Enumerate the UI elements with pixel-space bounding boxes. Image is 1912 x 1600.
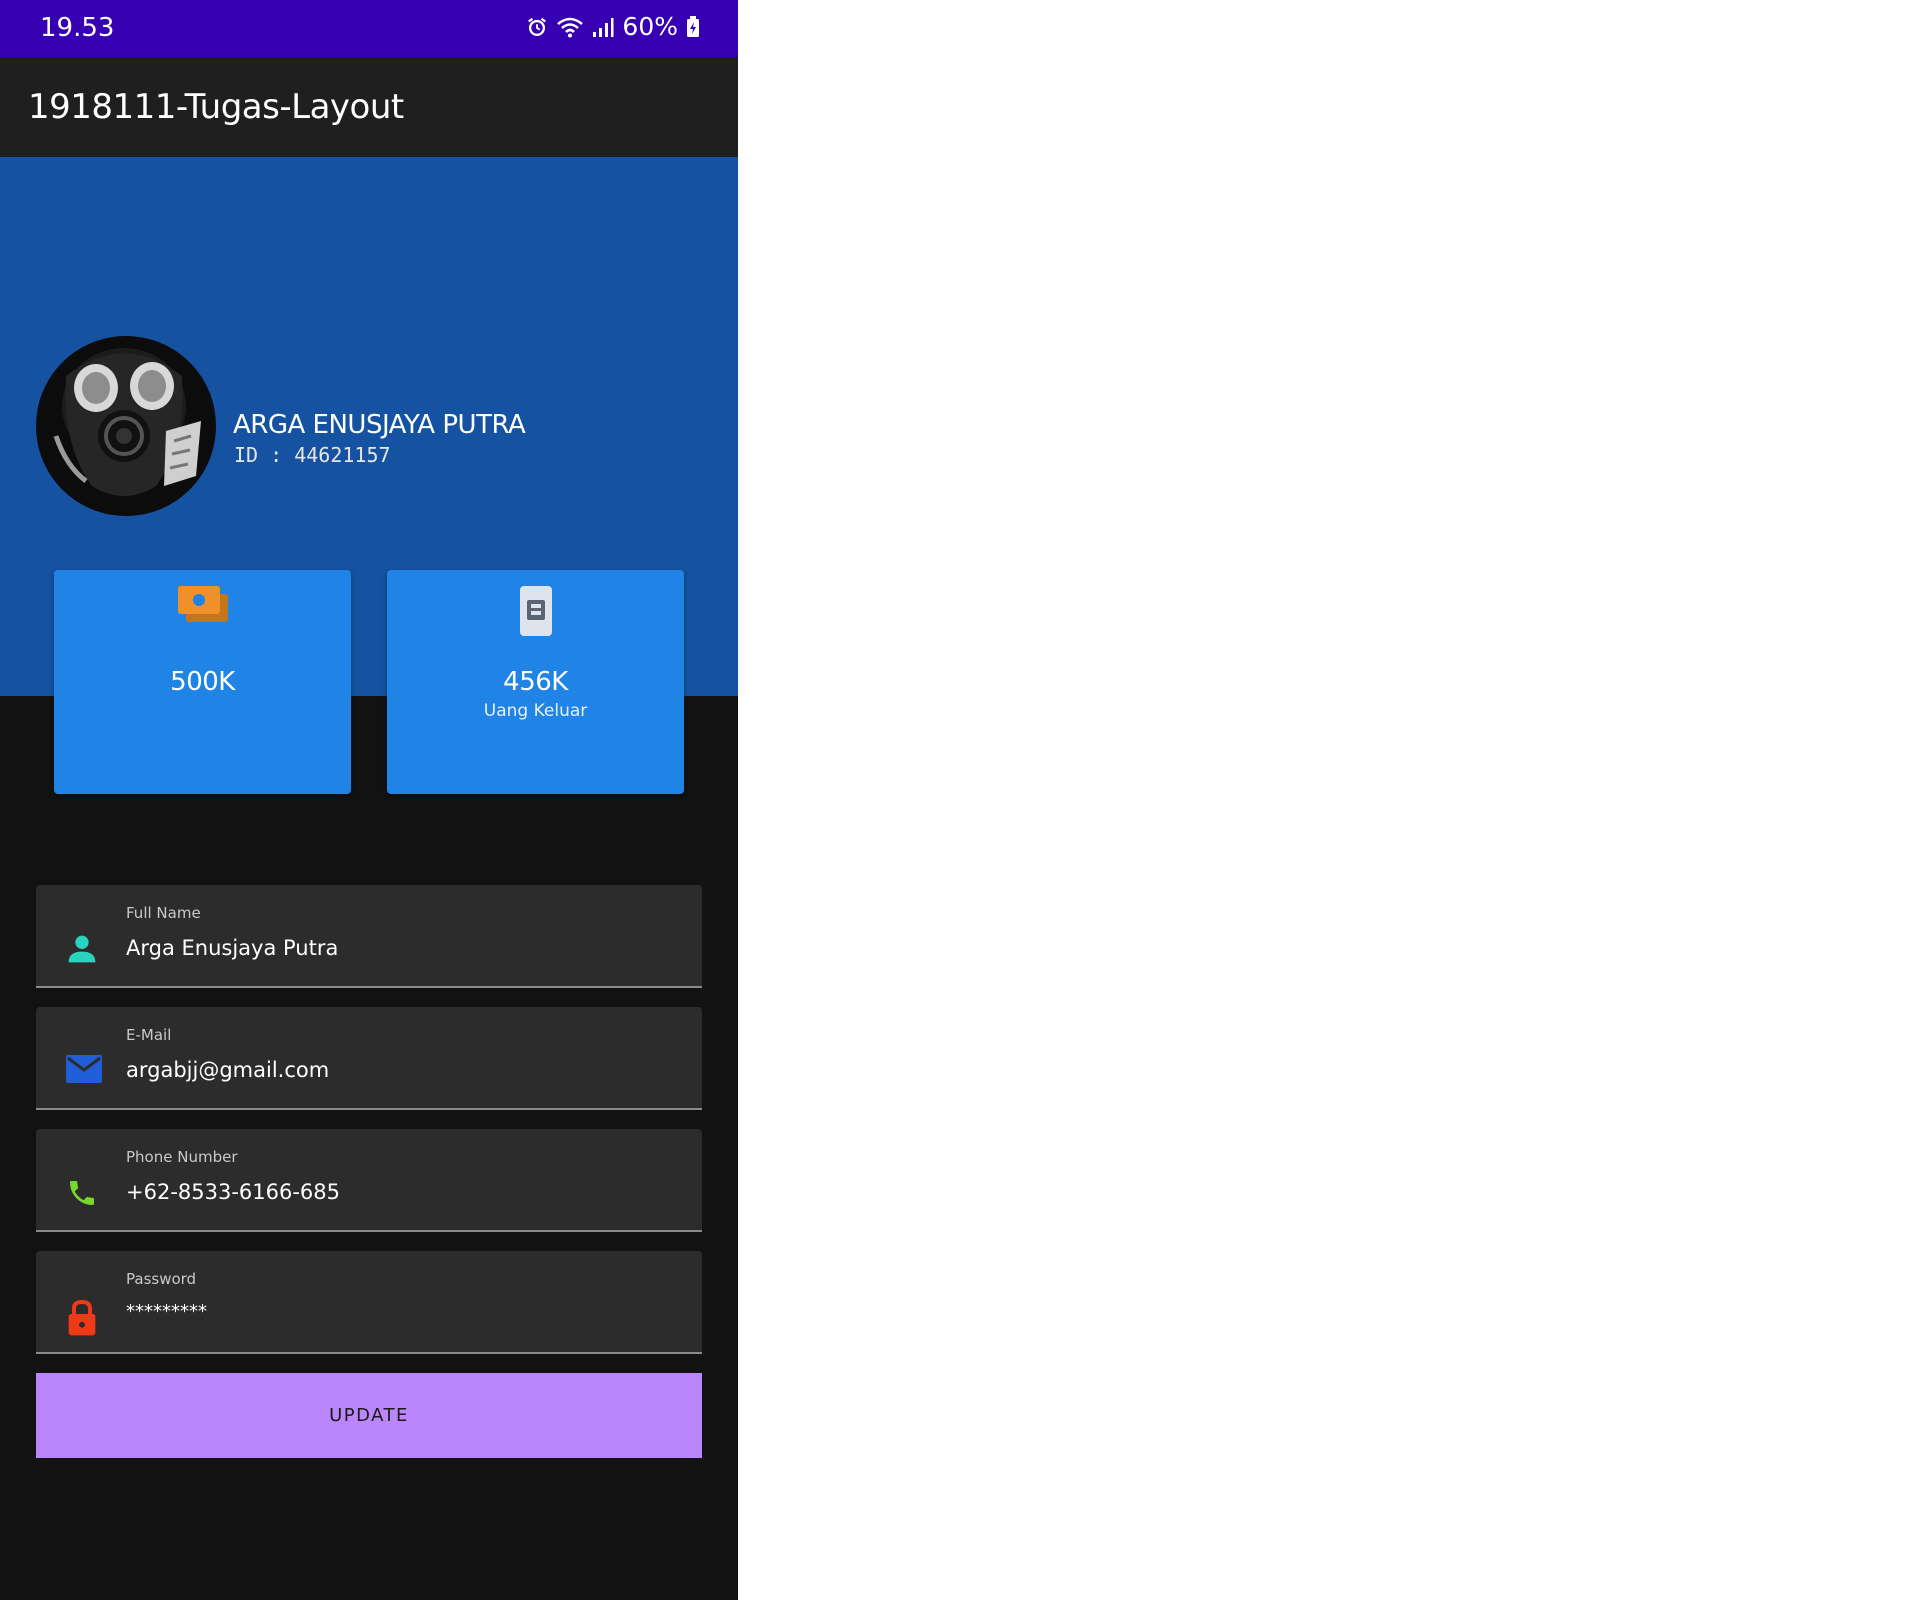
profile-id: ID : 44621157	[234, 443, 391, 467]
status-icons: 60%	[526, 12, 700, 41]
card-value: 500K	[170, 667, 235, 697]
battery-level: 60%	[622, 12, 678, 41]
wallet-icon	[518, 584, 554, 642]
password-input[interactable]: *********	[126, 1301, 666, 1322]
app-title: 1918111-Tugas-Layout	[28, 87, 404, 127]
full-name-field[interactable]: Full Name	[36, 885, 702, 988]
phone-screen: 19.53 60% 1918111-Tugas-Layout ARGA ENUS…	[0, 0, 738, 1600]
battery-icon	[686, 15, 700, 38]
money-icon	[176, 584, 230, 630]
wifi-icon	[556, 16, 584, 38]
balance-card-in[interactable]: 500K	[54, 570, 351, 794]
app-bar: 1918111-Tugas-Layout	[0, 57, 738, 157]
email-field[interactable]: E-Mail	[36, 1007, 702, 1110]
update-button[interactable]: UPDATE	[36, 1373, 702, 1458]
email-label: E-Mail	[126, 1026, 172, 1044]
card-label: Uang Keluar	[483, 701, 588, 721]
balance-card-out[interactable]: 456K Uang Keluar	[387, 570, 684, 794]
phone-icon	[66, 1177, 98, 1213]
full-name-input[interactable]	[126, 936, 666, 960]
person-icon	[66, 933, 98, 969]
lock-icon	[66, 1299, 98, 1341]
full-name-label: Full Name	[126, 904, 201, 922]
mail-icon	[66, 1055, 102, 1089]
email-input[interactable]	[126, 1058, 666, 1082]
phone-input[interactable]	[126, 1180, 666, 1204]
password-label: Password	[126, 1270, 197, 1288]
phone-field[interactable]: Phone Number	[36, 1129, 702, 1232]
card-value: 456K	[503, 667, 568, 697]
avatar	[36, 336, 216, 516]
status-bar: 19.53 60%	[0, 0, 738, 57]
gas-mask-avatar-image	[36, 336, 216, 516]
status-time: 19.53	[40, 13, 115, 43]
alarm-icon	[526, 16, 548, 38]
profile-name: ARGA ENUSJAYA PUTRA	[233, 410, 526, 440]
password-field[interactable]: Password *********	[36, 1251, 702, 1354]
signal-icon	[592, 16, 614, 38]
phone-label: Phone Number	[126, 1148, 238, 1166]
